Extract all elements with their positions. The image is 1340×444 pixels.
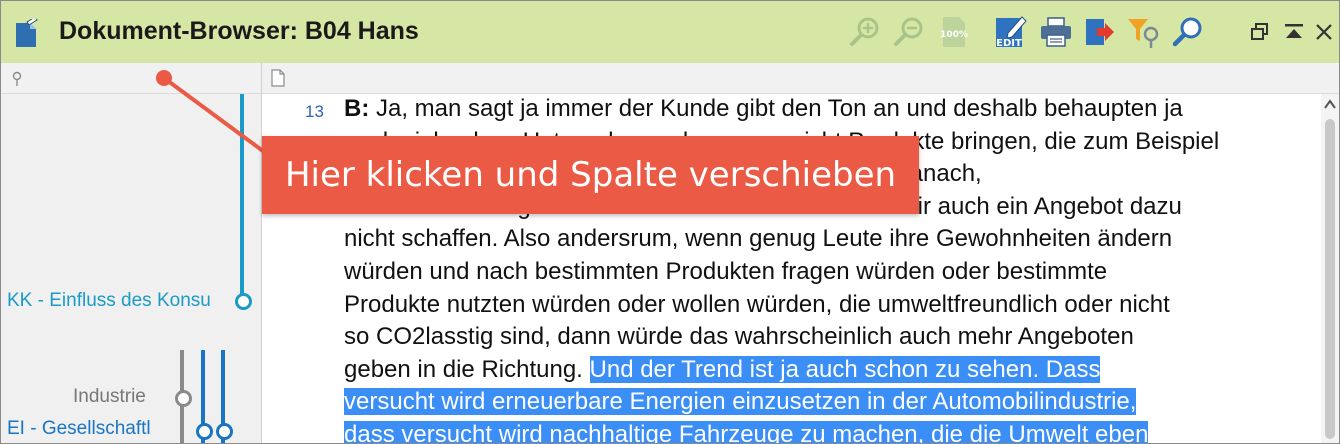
title-bar: Dokument-Browser: B04 Hans 100% EDIT (1, 1, 1339, 64)
collapse-window-icon[interactable] (1281, 15, 1307, 49)
code-stripe-kk[interactable] (240, 94, 244, 304)
zoom-100-icon[interactable]: 100% (937, 15, 971, 49)
code-column-pin-icon[interactable] (11, 71, 23, 87)
zoom-out-icon[interactable] (892, 15, 926, 49)
search-icon[interactable] (1171, 15, 1205, 49)
scrollbar-thumb[interactable] (1325, 119, 1335, 439)
code-node-kk[interactable] (235, 293, 252, 310)
document-browser-window: Dokument-Browser: B04 Hans 100% EDIT KK … (0, 0, 1340, 444)
callout-text: Hier klicken und Spalte verschieben (284, 155, 897, 195)
zoom-100-label: 100% (940, 30, 968, 40)
document-icon (16, 19, 38, 47)
close-window-icon[interactable] (1311, 15, 1337, 49)
filter-icon[interactable] (1126, 15, 1160, 49)
column-divider[interactable] (261, 63, 262, 443)
zoom-in-icon[interactable] (848, 15, 882, 49)
print-icon[interactable] (1039, 15, 1073, 49)
column-header-strip (1, 63, 1339, 94)
paragraph-number: 13 (305, 102, 324, 121)
restore-window-icon[interactable] (1247, 15, 1273, 49)
callout-box: Hier klicken und Spalte verschieben (262, 136, 919, 214)
window-title: Dokument-Browser: B04 Hans (59, 17, 419, 45)
scroll-up-arrow-icon[interactable] (1324, 99, 1336, 109)
edit-icon[interactable]: EDIT (994, 15, 1028, 49)
paragraph-column-icon (271, 69, 285, 87)
code-node-ei-1[interactable] (196, 423, 213, 440)
code-stripes-panel: KK - Einfluss des Konsu Industrie EI - G… (1, 94, 261, 443)
export-icon[interactable] (1082, 15, 1116, 49)
code-label-ei[interactable]: EI - Gesellschaftl (7, 418, 160, 440)
edit-label: EDIT (996, 38, 1022, 49)
code-node-ei-2[interactable] (216, 423, 233, 440)
code-node-industrie[interactable] (175, 390, 192, 407)
code-label-industrie[interactable]: Industrie (73, 386, 146, 408)
code-label-kk[interactable]: KK - Einfluss des Konsu (7, 290, 221, 312)
speaker-label: B: (344, 95, 370, 122)
